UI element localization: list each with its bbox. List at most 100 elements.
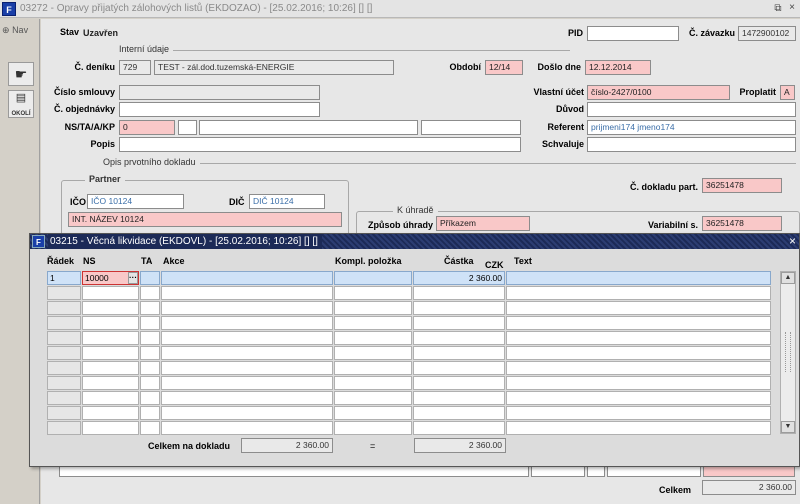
grid-cell-akce[interactable] — [161, 271, 333, 285]
grid-cell-ns[interactable] — [82, 376, 139, 390]
grid-cell-radek[interactable] — [47, 361, 81, 375]
grid-cell-radek[interactable] — [47, 331, 81, 345]
grid-cell-castka[interactable] — [413, 286, 505, 300]
grid-cell-akce[interactable] — [161, 361, 333, 375]
total-value2-input[interactable]: 2 360.00 — [414, 438, 506, 453]
grid-cell-ta[interactable] — [140, 421, 160, 435]
zavazku-input[interactable]: 1472900102 — [738, 26, 796, 41]
popis-input[interactable] — [119, 137, 521, 152]
proplatit-input[interactable]: A — [780, 85, 795, 100]
grid-cell-ns[interactable] — [82, 331, 139, 345]
grid-cell-ns[interactable] — [82, 286, 139, 300]
denik-name-input[interactable]: TEST - zál.dod.tuzemská-ENERGIE — [154, 60, 394, 75]
total-value-input[interactable]: 2 360.00 — [241, 438, 333, 453]
celkem-input[interactable]: 2 360.00 — [702, 480, 796, 495]
grid-cell-akce[interactable] — [161, 286, 333, 300]
grid-cell-castka[interactable] — [413, 316, 505, 330]
grid-cell-text[interactable] — [506, 316, 771, 330]
grid-cell-akce[interactable] — [161, 421, 333, 435]
okoly-button[interactable]: ▤ OKOLÍ — [8, 90, 34, 118]
grid-cell-text[interactable] — [506, 331, 771, 345]
grid-cell-kompl[interactable] — [334, 376, 412, 390]
grid-cell-castka[interactable] — [413, 301, 505, 315]
scroll-grip[interactable] — [785, 332, 791, 372]
restore-icon[interactable]: ⧉ — [772, 3, 784, 14]
grid-cell-ta[interactable] — [140, 331, 160, 345]
grid-cell-kompl[interactable] — [334, 286, 412, 300]
grid-cell-ta[interactable] — [140, 316, 160, 330]
grid-cell-akce[interactable] — [161, 391, 333, 405]
grid-cell-kompl[interactable] — [334, 301, 412, 315]
grid-cell-castka[interactable] — [413, 421, 505, 435]
grid-cell-ta[interactable] — [140, 301, 160, 315]
grid-cell-akce[interactable] — [161, 301, 333, 315]
grid-cell-text[interactable] — [506, 391, 771, 405]
grid-cell-radek[interactable] — [47, 376, 81, 390]
grid-cell-text[interactable] — [506, 406, 771, 420]
grid-cell-akce[interactable] — [161, 316, 333, 330]
grid-cell-ns[interactable] — [82, 391, 139, 405]
grid-cell-castka[interactable]: 2 360.00 — [413, 271, 505, 285]
nsta-ta-input[interactable] — [178, 120, 197, 135]
grid-cell-ns[interactable] — [82, 316, 139, 330]
grid-cell-castka[interactable] — [413, 376, 505, 390]
ico-input[interactable]: IČO 10124 — [87, 194, 184, 209]
grid-cell-kompl[interactable] — [334, 391, 412, 405]
obdobi-input[interactable]: 12/14 — [485, 60, 523, 75]
grid-cell-kompl[interactable] — [334, 331, 412, 345]
denik-code-input[interactable]: 729 — [119, 60, 151, 75]
grid-cell-ta[interactable] — [140, 406, 160, 420]
grid-cell-kompl[interactable] — [334, 316, 412, 330]
grid-cell-text[interactable] — [506, 421, 771, 435]
grid-cell-text[interactable] — [506, 271, 771, 285]
dic-input[interactable]: DIČ 10124 — [249, 194, 325, 209]
grid-cell-ta[interactable] — [140, 271, 160, 285]
grid-cell-radek[interactable] — [47, 316, 81, 330]
grid-cell-castka[interactable] — [413, 361, 505, 375]
grid-cell-kompl[interactable] — [334, 421, 412, 435]
objednavky-input[interactable] — [119, 102, 320, 117]
grid-cell-ta[interactable] — [140, 286, 160, 300]
schvaluje-input[interactable] — [587, 137, 796, 152]
grid-cell-ta[interactable] — [140, 361, 160, 375]
scroll-up-icon[interactable]: ▲ — [781, 272, 795, 284]
grid-cell-castka[interactable] — [413, 331, 505, 345]
grid-cell-kompl[interactable] — [334, 361, 412, 375]
smlouvy-input[interactable] — [119, 85, 320, 100]
grid-cell-ns[interactable] — [82, 406, 139, 420]
grid-cell-akce[interactable] — [161, 376, 333, 390]
grid-cell-ta[interactable] — [140, 391, 160, 405]
ucet-input[interactable]: číslo-2427/0100 — [587, 85, 730, 100]
grid-cell-ta[interactable] — [140, 346, 160, 360]
grid-cell-ta[interactable] — [140, 376, 160, 390]
grid-cell-text[interactable] — [506, 361, 771, 375]
doslo-input[interactable]: 12.12.2014 — [585, 60, 651, 75]
nav-button[interactable]: ⊕ Nav — [2, 25, 28, 36]
grid-cell-radek[interactable] — [47, 301, 81, 315]
grid-cell-castka[interactable] — [413, 406, 505, 420]
zpusob-input[interactable]: Příkazem — [436, 216, 530, 231]
grid-cell-ns[interactable] — [82, 421, 139, 435]
grid-cell-text[interactable] — [506, 301, 771, 315]
dokladu-input[interactable]: 36251478 — [702, 178, 782, 193]
grid-cell-text[interactable] — [506, 376, 771, 390]
window-close-icon[interactable]: × — [786, 2, 798, 13]
scroll-down-icon[interactable]: ▼ — [781, 421, 795, 433]
pid-input[interactable] — [587, 26, 679, 41]
grid-cell-akce[interactable] — [161, 331, 333, 345]
grid-cell-castka[interactable] — [413, 346, 505, 360]
grid-cell-radek[interactable] — [47, 286, 81, 300]
referent-input[interactable]: prijmeni174 jmeno174 — [587, 120, 796, 135]
duvod-input[interactable] — [587, 102, 796, 117]
grid-cell-ns[interactable] — [82, 361, 139, 375]
grid-cell-ns[interactable] — [82, 301, 139, 315]
ns-lookup-button[interactable]: ··· — [128, 272, 138, 284]
grid-cell-kompl[interactable] — [334, 271, 412, 285]
grid-cell-radek[interactable]: 1 — [47, 271, 81, 285]
variabilni-input[interactable]: 36251478 — [702, 216, 782, 231]
grid-scrollbar[interactable]: ▲ ▼ — [780, 271, 796, 434]
hand-tool-icon[interactable]: ☛ — [8, 62, 34, 86]
grid-cell-radek[interactable] — [47, 391, 81, 405]
grid-cell-radek[interactable] — [47, 421, 81, 435]
nazev-input[interactable]: INT. NÁZEV 10124 — [68, 212, 342, 227]
